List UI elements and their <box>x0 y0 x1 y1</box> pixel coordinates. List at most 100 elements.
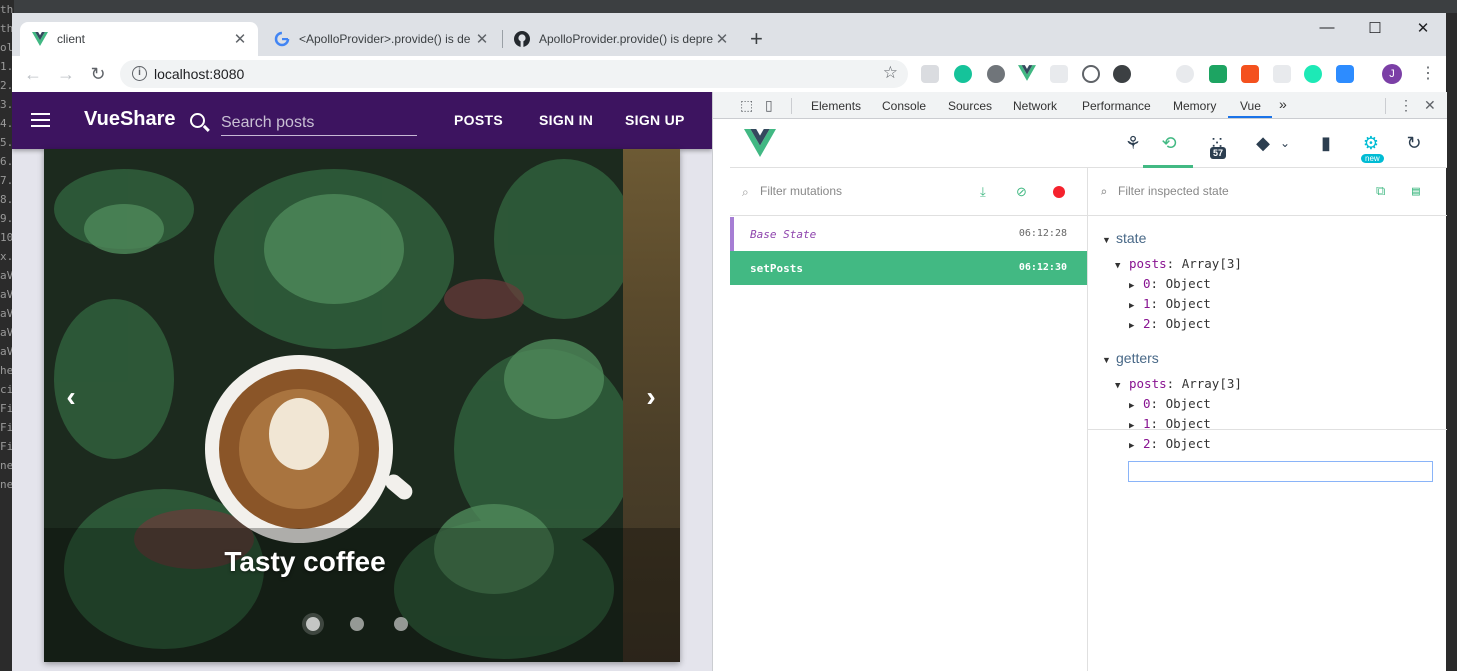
state-posts-row[interactable]: ▼ posts: Array[3] <box>1115 256 1242 271</box>
inspect-element-icon[interactable]: ⬚ <box>740 97 753 114</box>
page-viewport: VueShare POSTS SIGN IN SIGN UP <box>12 92 712 671</box>
bookmark-star-icon[interactable]: ☆ <box>883 63 898 83</box>
devtools-tab-elements[interactable]: Elements <box>811 99 861 113</box>
tab-google-search[interactable]: <ApolloProvider>.provide() is de ✕ <box>262 22 500 56</box>
vuex-history-icon[interactable]: ⟲ <box>1156 131 1182 155</box>
state-item-row[interactable]: ▶ 0: Object <box>1129 276 1211 291</box>
collapse-arrow-icon[interactable]: ▼ <box>1102 235 1116 245</box>
back-arrow-icon[interactable]: ← <box>22 63 44 85</box>
background-ide-titlebar <box>0 0 1457 13</box>
extension-icon[interactable] <box>1241 65 1259 83</box>
extension-icon[interactable] <box>1209 65 1227 83</box>
extension-icon[interactable] <box>921 65 939 83</box>
zoom-icon[interactable] <box>1336 65 1354 83</box>
grammarly-icon[interactable] <box>954 65 972 83</box>
devtools-tab-sources[interactable]: Sources <box>948 99 992 113</box>
previous-slide-button[interactable]: ‹ <box>56 382 86 412</box>
carousel-dot[interactable] <box>306 617 320 631</box>
extension-icon[interactable] <box>1273 65 1291 83</box>
performance-icon[interactable]: ▮ <box>1313 131 1339 155</box>
extension-icon[interactable] <box>1304 65 1322 83</box>
menu-kebab-icon[interactable]: ⋮ <box>1420 63 1436 83</box>
new-tab-button[interactable]: + <box>750 27 763 51</box>
getters-section-header[interactable]: ▼ getters <box>1102 350 1159 366</box>
info-icon[interactable]: i <box>132 66 147 81</box>
state-item-row[interactable]: ▶ 2: Object <box>1129 316 1211 331</box>
close-tab-icon[interactable]: ✕ <box>232 30 248 48</box>
state-section-header[interactable]: ▼ state <box>1102 230 1146 246</box>
revert-all-icon[interactable]: ⊘ <box>1016 184 1030 200</box>
expand-arrow-icon[interactable]: ▶ <box>1129 401 1143 411</box>
separator <box>791 98 792 114</box>
more-tabs-button[interactable]: » <box>1279 96 1287 112</box>
carousel-dot[interactable] <box>350 617 364 631</box>
devtools-tab-console[interactable]: Console <box>882 99 926 113</box>
next-slide-button[interactable]: › <box>636 382 666 412</box>
commit-all-icon[interactable]: ⤓ <box>980 184 994 200</box>
close-window-button[interactable]: ✕ <box>1400 19 1446 37</box>
close-tab-icon[interactable]: ✕ <box>714 30 730 48</box>
tab-client[interactable]: client ✕ <box>20 22 258 56</box>
mutation-row-base-state[interactable]: Base State 06:12:28 <box>730 217 1087 251</box>
refresh-icon[interactable]: ↻ <box>1401 131 1427 155</box>
expand-arrow-icon[interactable]: ▶ <box>1129 301 1143 311</box>
nav-sign-up[interactable]: SIGN UP <box>625 112 685 128</box>
getters-item-row[interactable]: ▶ 2: Object <box>1129 436 1211 451</box>
nav-sign-in[interactable]: SIGN IN <box>539 112 593 128</box>
devtools-tab-performance[interactable]: Performance <box>1082 99 1151 113</box>
expand-arrow-icon[interactable]: ▶ <box>1129 321 1143 331</box>
getters-item-row[interactable]: ▶ 0: Object <box>1129 396 1211 411</box>
selected-row-outline <box>1128 461 1433 482</box>
expand-arrow-icon[interactable]: ▶ <box>1129 441 1143 451</box>
brand-title[interactable]: VueShare <box>84 108 176 131</box>
extension-icon[interactable] <box>1144 65 1162 83</box>
collapse-arrow-icon[interactable]: ▼ <box>1115 381 1129 391</box>
new-badge: new <box>1361 154 1384 163</box>
vue-logo-icon <box>744 129 776 157</box>
filter-mutations-input[interactable] <box>760 184 960 198</box>
extension-icon[interactable] <box>987 65 1005 83</box>
menu-icon[interactable] <box>31 113 50 127</box>
events-count-badge: 57 <box>1210 147 1227 159</box>
minimize-button[interactable]: — <box>1304 19 1350 36</box>
paste-icon[interactable]: ▤ <box>1412 184 1426 200</box>
maximize-button[interactable]: ☐ <box>1352 19 1398 37</box>
filter-state-input[interactable] <box>1118 184 1318 198</box>
devtools-tab-network[interactable]: Network <box>1013 99 1057 113</box>
getters-item-row[interactable]: ▶ 1: Object <box>1129 416 1211 431</box>
vue-devtools-icon[interactable] <box>1018 65 1036 83</box>
mutation-name: setPosts <box>750 262 803 275</box>
extension-icon[interactable] <box>1113 65 1131 83</box>
collapse-arrow-icon[interactable]: ▼ <box>1115 261 1129 271</box>
devtools-tab-memory[interactable]: Memory <box>1173 99 1216 113</box>
extension-icon[interactable] <box>1082 65 1100 83</box>
close-tab-icon[interactable]: ✕ <box>474 30 490 48</box>
expand-arrow-icon[interactable]: ▶ <box>1129 281 1143 291</box>
search-input[interactable] <box>221 110 417 136</box>
tab-github[interactable]: ApolloProvider.provide() is depre ✕ <box>502 22 740 56</box>
close-devtools-icon[interactable]: ✕ <box>1424 97 1436 114</box>
devtools-tab-vue[interactable]: Vue <box>1240 99 1261 113</box>
mutation-row-setposts[interactable]: setPosts 06:12:30 <box>730 251 1087 285</box>
chevron-down-icon[interactable]: ⌄ <box>1272 131 1298 155</box>
address-bar[interactable]: i localhost:8080 ☆ <box>120 60 908 88</box>
getters-posts-row[interactable]: ▼ posts: Array[3] <box>1115 376 1242 391</box>
avatar[interactable]: J <box>1382 64 1402 84</box>
collapse-arrow-icon[interactable]: ▼ <box>1102 355 1116 365</box>
record-icon[interactable] <box>1053 186 1065 198</box>
components-icon[interactable]: ⚘ <box>1120 131 1146 155</box>
image-carousel: Tasty coffee ‹ › <box>44 149 680 662</box>
carousel-dot[interactable] <box>394 617 408 631</box>
nav-posts[interactable]: POSTS <box>454 112 503 128</box>
copy-icon[interactable]: ⧉ <box>1376 184 1390 200</box>
state-item-row[interactable]: ▶ 1: Object <box>1129 296 1211 311</box>
devtools-menu-icon[interactable]: ⋮ <box>1399 97 1413 114</box>
expand-arrow-icon[interactable]: ▶ <box>1129 421 1143 431</box>
extension-icon[interactable] <box>1050 65 1068 83</box>
mutation-time: 06:12:30 <box>1018 262 1067 273</box>
extension-icon[interactable] <box>1176 65 1194 83</box>
forward-arrow-icon[interactable]: → <box>55 63 77 85</box>
device-toolbar-icon[interactable]: ▯ <box>765 97 773 114</box>
reload-icon[interactable]: ↻ <box>87 63 109 85</box>
settings-icon[interactable]: ⚙ <box>1358 131 1384 155</box>
